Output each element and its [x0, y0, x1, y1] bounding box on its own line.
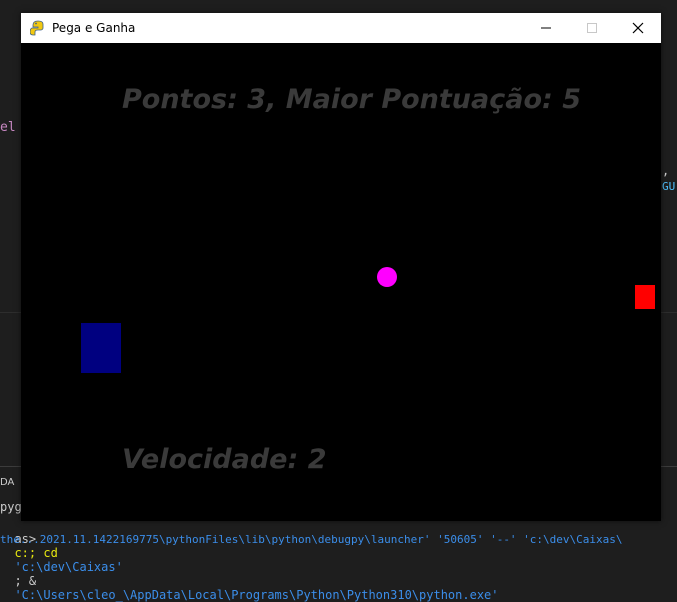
minimize-icon — [541, 27, 551, 29]
close-button[interactable] — [615, 13, 661, 43]
player-box — [81, 323, 121, 373]
editor-code-strip — [0, 0, 677, 12]
maximize-icon — [587, 23, 597, 33]
editor-right-fragment-1: , — [662, 164, 677, 178]
terminal-path-2: 'C:\Users\cleo_\AppData\Local\Programs\P… — [14, 588, 499, 602]
pygame-snake-icon — [29, 20, 46, 36]
maximize-button[interactable] — [569, 13, 615, 43]
minimize-button[interactable] — [523, 13, 569, 43]
terminal-path-1: 'c:\dev\Caixas' — [14, 560, 123, 574]
panel-label-fragment: DA — [0, 477, 15, 488]
score-text: Pontos: 3, Maior Pontuação: 5 — [122, 84, 581, 115]
game-window[interactable]: Pega e Ganha Pontos: 3, Maior Pontuação:… — [21, 13, 661, 521]
title-bar[interactable]: Pega e Ganha — [21, 13, 661, 43]
terminal-cmd: c:; cd — [14, 546, 58, 560]
game-canvas[interactable]: Pontos: 3, Maior Pontuação: 5 Velocidade… — [21, 43, 661, 521]
speed-text: Velocidade: 2 — [122, 444, 327, 475]
target-box — [635, 285, 655, 309]
terminal-command-line-2: the...2021.11.1422169775\pythonFiles\lib… — [0, 533, 623, 546]
editor-keyword-fragment: el — [0, 120, 16, 135]
ball — [377, 267, 397, 287]
editor-right-fragment-2: GU — [662, 180, 676, 193]
terminal-command-line: as> c:; cd 'c:\dev\Caixas' ; & 'C:\Users… — [0, 518, 499, 602]
terminal-word-fragment: pyg — [0, 500, 22, 514]
window-title: Pega e Ganha — [52, 21, 136, 35]
terminal-amp: ; & — [14, 574, 37, 588]
close-icon — [632, 22, 644, 34]
